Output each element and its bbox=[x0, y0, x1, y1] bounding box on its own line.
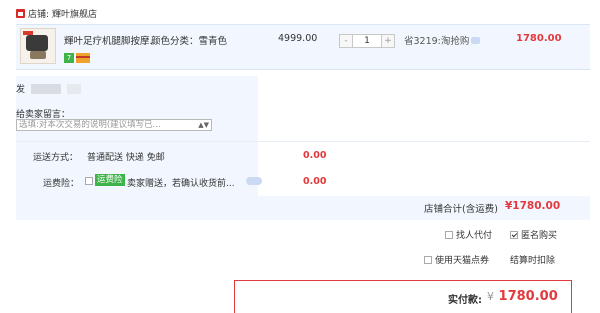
quantity-increase-button[interactable]: + bbox=[381, 34, 395, 48]
redacted-block bbox=[67, 83, 82, 94]
payment-label: 实付款: bbox=[448, 295, 482, 306]
service-badges: 7 bbox=[64, 53, 90, 63]
quantity-stepper: - 1 + bbox=[339, 34, 395, 48]
shop-icon bbox=[16, 8, 25, 18]
product-spec: 颜色分类：雪青色 bbox=[151, 36, 228, 47]
friend-pay-option[interactable]: 找人代付 bbox=[445, 228, 492, 241]
insurance-price: 0.00 bbox=[303, 176, 327, 187]
product-title-link[interactable]: 輝叶足疗机腿脚按摩... bbox=[64, 33, 159, 47]
anonymous-checkbox[interactable] bbox=[510, 230, 518, 239]
unit-price: 4999.00 bbox=[278, 33, 318, 44]
discount-info: 省3219:淘抢购 bbox=[404, 33, 481, 47]
shipping-label: 运送方式： bbox=[33, 153, 79, 163]
anonymous-label: 匿名购买 bbox=[521, 231, 558, 241]
info-icon[interactable] bbox=[246, 177, 262, 185]
insurance-label: 运费险： bbox=[43, 179, 80, 189]
seven-day-return-icon[interactable]: 7 bbox=[64, 53, 74, 63]
message-placeholder: 选填:对本次交易的说明(建议填写已... bbox=[19, 120, 161, 130]
product-row: 輝叶足疗机腿脚按摩... 颜色分类：雪青色 7 4999.00 - 1 + 省3… bbox=[16, 24, 590, 70]
divider bbox=[16, 141, 590, 142]
insurance-checkbox[interactable] bbox=[85, 177, 93, 185]
sender-info: 发 bbox=[16, 82, 82, 95]
spinner-arrows-icon[interactable]: ▲▼ bbox=[198, 120, 209, 130]
payment-amount-value: 1780.00 bbox=[498, 289, 558, 304]
sender-prefix: 发 bbox=[16, 85, 26, 95]
deduct-on-settle-text: 结算时扣除 bbox=[510, 256, 556, 266]
credit-card-icon[interactable] bbox=[76, 53, 90, 63]
use-points-checkbox[interactable] bbox=[424, 255, 432, 264]
shop-total-bar bbox=[16, 196, 590, 220]
discount-text: 省3219:淘抢购 bbox=[404, 36, 470, 47]
shop-name-link[interactable]: 輝叶旗舰店 bbox=[52, 7, 97, 20]
shop-total-value: ¥1780.00 bbox=[505, 200, 561, 212]
item-total: 1780.00 bbox=[516, 33, 562, 44]
product-thumbnail[interactable] bbox=[20, 28, 56, 64]
shipping-price: 0.00 bbox=[303, 150, 327, 161]
quantity-input[interactable]: 1 bbox=[353, 34, 381, 48]
payment-amount: ¥ 1780.00 bbox=[487, 289, 558, 304]
friend-pay-checkbox[interactable] bbox=[445, 230, 453, 239]
shop-total-label: 店铺合计(含运费) bbox=[424, 204, 498, 215]
friend-pay-label: 找人代付 bbox=[456, 231, 493, 241]
use-points-label: 使用天猫点券 bbox=[435, 256, 490, 266]
shop-label: 店铺: bbox=[28, 9, 50, 20]
shop-header: 店铺: 輝叶旗舰店 bbox=[16, 6, 97, 20]
use-points-option[interactable]: 使用天猫点券 bbox=[424, 253, 489, 266]
chat-icon[interactable] bbox=[471, 36, 481, 44]
insurance-badge: 运费险 bbox=[95, 174, 125, 186]
message-input[interactable]: 选填:对本次交易的说明(建议填写已... ▲▼ bbox=[16, 119, 212, 131]
redacted-block bbox=[31, 83, 62, 94]
currency-symbol: ¥ bbox=[487, 290, 494, 303]
shipping-method[interactable]: 普通配送 快递 免邮 bbox=[87, 150, 165, 163]
anonymous-option[interactable]: 匿名购买 bbox=[510, 228, 557, 241]
insurance-text: 卖家赠送，若确认收货前... bbox=[127, 179, 235, 189]
quantity-decrease-button[interactable]: - bbox=[339, 34, 353, 48]
